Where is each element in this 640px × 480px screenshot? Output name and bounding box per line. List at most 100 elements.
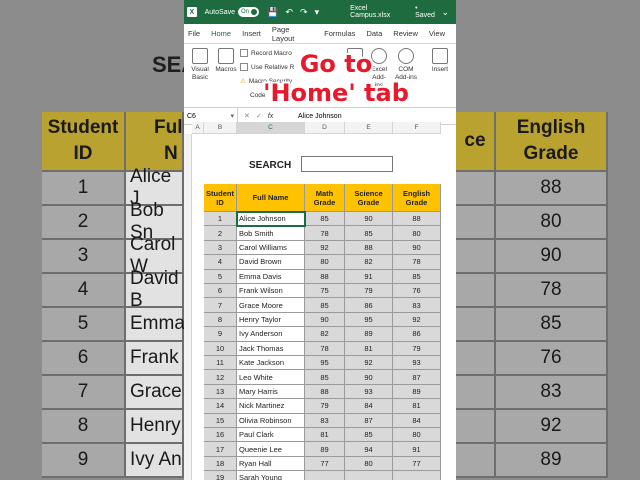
table-cell[interactable]: 18 xyxy=(204,456,237,472)
table-cell[interactable]: 19 xyxy=(204,471,237,480)
table-cell[interactable]: 90 xyxy=(345,212,393,227)
table-header-cell[interactable]: Math Grade xyxy=(305,184,345,212)
table-cell[interactable]: 16 xyxy=(204,428,237,443)
check-icon[interactable]: ✓ xyxy=(256,112,262,120)
table-cell[interactable]: 79 xyxy=(393,341,441,356)
table-cell[interactable]: 84 xyxy=(393,413,441,428)
tab-file[interactable]: File xyxy=(188,29,200,38)
table-cell[interactable]: 87 xyxy=(345,413,393,428)
table-cell[interactable]: 93 xyxy=(345,384,393,400)
tab-home[interactable]: Home xyxy=(211,29,231,38)
table-cell[interactable]: 80 xyxy=(345,456,393,472)
redo-icon[interactable]: ↷ xyxy=(300,7,308,18)
macros-button[interactable]: Macros xyxy=(214,48,238,74)
table-cell[interactable]: 13 xyxy=(204,384,237,400)
table-cell[interactable]: 10 xyxy=(204,341,237,356)
table-cell[interactable]: 78 xyxy=(305,226,345,241)
table-cell[interactable]: 83 xyxy=(305,413,345,428)
table-cell[interactable]: 7 xyxy=(204,298,237,313)
table-cell[interactable]: Bob Smith xyxy=(237,226,305,241)
column-header-d[interactable]: D xyxy=(305,122,345,134)
table-cell[interactable]: 93 xyxy=(393,356,441,371)
table-cell[interactable]: 92 xyxy=(393,312,441,328)
table-cell[interactable]: Queenie Lee xyxy=(237,442,305,457)
table-cell[interactable]: Ivy Anderson xyxy=(237,327,305,342)
table-cell[interactable]: 15 xyxy=(204,413,237,428)
table-cell[interactable]: 90 xyxy=(345,370,393,385)
table-cell[interactable]: 85 xyxy=(345,428,393,443)
column-header-f[interactable]: F xyxy=(393,122,441,134)
table-cell[interactable]: 78 xyxy=(305,341,345,356)
table-cell[interactable]: 84 xyxy=(345,399,393,414)
table-cell[interactable]: 80 xyxy=(393,428,441,443)
table-cell[interactable]: Alice Johnson xyxy=(236,210,306,228)
table-cell[interactable]: 1 xyxy=(204,212,237,227)
table-cell[interactable]: 92 xyxy=(345,356,393,371)
table-cell[interactable] xyxy=(305,471,345,480)
table-cell[interactable]: 3 xyxy=(204,240,237,256)
table-header-cell[interactable]: Science Grade xyxy=(345,184,393,212)
table-cell[interactable]: 14 xyxy=(204,399,237,414)
table-header-cell[interactable]: Full Name xyxy=(237,184,305,212)
table-cell[interactable]: Nick Martinez xyxy=(237,399,305,414)
table-cell[interactable]: 9 xyxy=(204,327,237,342)
table-cell[interactable]: 91 xyxy=(393,442,441,457)
visual-basic-button[interactable]: Visual Basic xyxy=(188,48,212,82)
table-cell[interactable]: 92 xyxy=(305,240,345,256)
customize-icon[interactable]: ▾ xyxy=(315,7,320,18)
table-cell[interactable]: Leo White xyxy=(237,370,305,385)
tab-data[interactable]: Data xyxy=(366,29,382,38)
table-cell[interactable]: 78 xyxy=(393,255,441,270)
table-cell[interactable]: 11 xyxy=(204,356,237,371)
table-cell[interactable]: 86 xyxy=(345,298,393,313)
table-cell[interactable]: 17 xyxy=(204,442,237,457)
table-cell[interactable]: 88 xyxy=(305,384,345,400)
cancel-icon[interactable]: ✕ xyxy=(244,112,250,120)
table-cell[interactable]: Grace Moore xyxy=(237,298,305,313)
table-cell[interactable]: 95 xyxy=(305,356,345,371)
insert-controls-button[interactable]: Insert xyxy=(428,48,452,74)
table-cell[interactable]: 75 xyxy=(305,284,345,299)
table-header-cell[interactable]: Student ID xyxy=(204,184,237,212)
table-cell[interactable]: 91 xyxy=(345,269,393,284)
table-cell[interactable]: 79 xyxy=(345,284,393,299)
table-cell[interactable]: Jack Thomas xyxy=(237,341,305,356)
table-cell[interactable]: Kate Jackson xyxy=(237,356,305,371)
table-cell[interactable]: 12 xyxy=(204,370,237,385)
table-cell[interactable]: 81 xyxy=(393,399,441,414)
table-cell[interactable]: Emma Davis xyxy=(237,269,305,284)
table-cell[interactable]: 90 xyxy=(305,312,345,328)
table-cell[interactable]: 87 xyxy=(393,370,441,385)
table-cell[interactable]: 95 xyxy=(345,312,393,328)
table-cell[interactable]: 85 xyxy=(305,298,345,313)
tab-page-layout[interactable]: Page Layout xyxy=(272,25,313,43)
table-cell[interactable]: 90 xyxy=(393,240,441,256)
table-cell[interactable]: 89 xyxy=(345,327,393,342)
table-cell[interactable]: Ryan Hall xyxy=(237,456,305,472)
table-cell[interactable]: 85 xyxy=(345,226,393,241)
table-cell[interactable]: 77 xyxy=(393,456,441,472)
table-cell[interactable]: 82 xyxy=(345,255,393,270)
save-icon[interactable]: 💾 xyxy=(267,7,278,18)
table-cell[interactable]: 81 xyxy=(305,428,345,443)
table-cell[interactable]: 94 xyxy=(345,442,393,457)
tab-insert[interactable]: Insert xyxy=(242,29,261,38)
table-cell[interactable]: 80 xyxy=(305,255,345,270)
search-input[interactable] xyxy=(301,156,393,172)
table-cell[interactable]: 79 xyxy=(305,399,345,414)
table-cell[interactable]: 5 xyxy=(204,269,237,284)
table-cell[interactable]: 86 xyxy=(393,327,441,342)
column-header-e[interactable]: E xyxy=(345,122,393,134)
column-header-c[interactable]: C xyxy=(237,122,305,134)
table-cell[interactable] xyxy=(345,471,393,480)
table-cell[interactable]: 85 xyxy=(305,212,345,227)
table-cell[interactable]: 81 xyxy=(345,341,393,356)
undo-icon[interactable]: ↶ xyxy=(286,7,294,18)
table-cell[interactable]: 80 xyxy=(393,226,441,241)
chevron-down-icon[interactable]: ⌄ xyxy=(441,7,449,18)
table-cell[interactable]: Henry Taylor xyxy=(237,312,305,328)
table-cell[interactable] xyxy=(393,471,441,480)
table-cell[interactable]: Paul Clark xyxy=(237,428,305,443)
table-cell[interactable]: 88 xyxy=(305,269,345,284)
table-cell[interactable]: 89 xyxy=(305,442,345,457)
